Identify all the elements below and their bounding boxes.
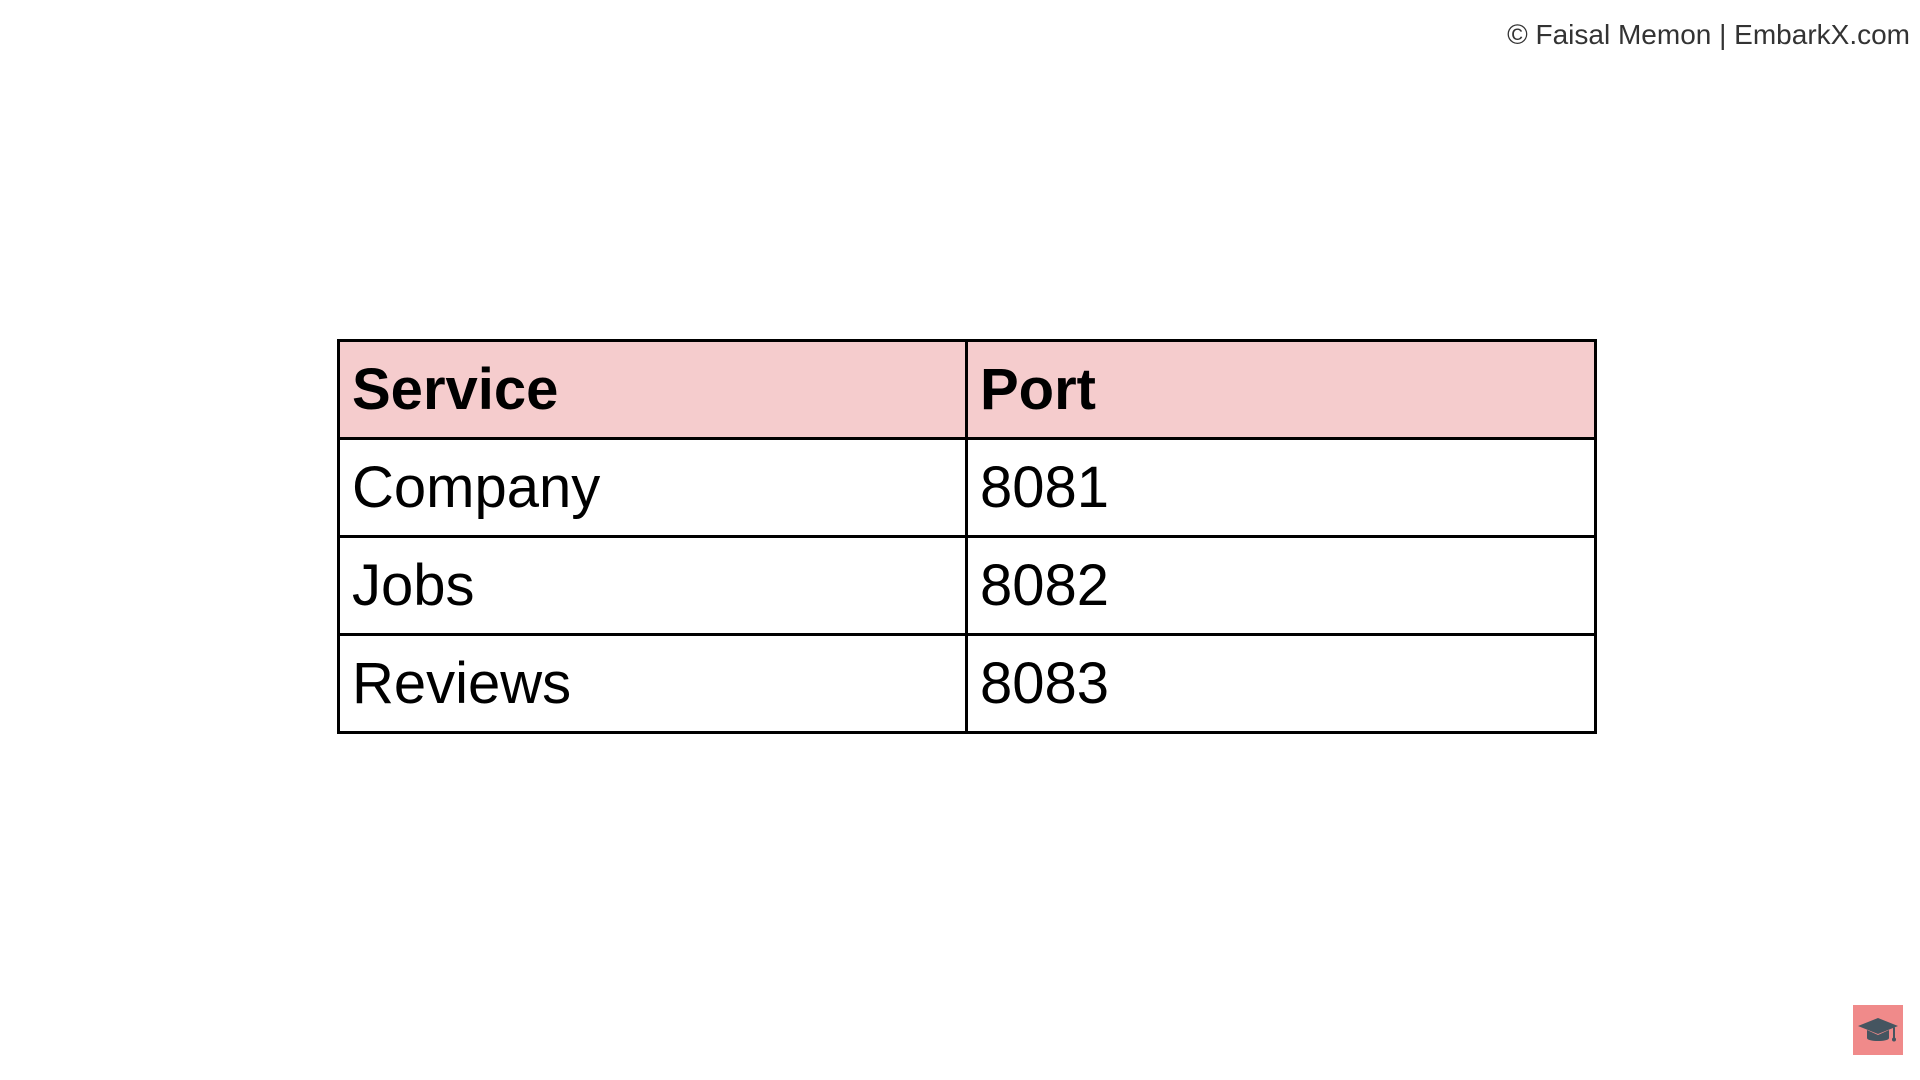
column-header-port: Port	[965, 339, 1597, 440]
service-port-table: Service Port Company 8081 Jobs 8082 Revi…	[337, 339, 1597, 734]
table-row: Jobs 8082	[337, 535, 1597, 636]
port-cell: 8083	[965, 633, 1597, 734]
port-cell: 8082	[965, 535, 1597, 636]
service-cell: Company	[337, 437, 968, 538]
graduation-cap-badge	[1853, 1005, 1903, 1055]
table-row: Reviews 8083	[337, 633, 1597, 734]
port-cell: 8081	[965, 437, 1597, 538]
service-cell: Jobs	[337, 535, 968, 636]
service-cell: Reviews	[337, 633, 968, 734]
table-header-row: Service Port	[337, 339, 1597, 440]
graduation-cap-icon	[1858, 1018, 1898, 1042]
column-header-service: Service	[337, 339, 968, 440]
table-row: Company 8081	[337, 437, 1597, 538]
copyright-watermark: © Faisal Memon | EmbarkX.com	[1507, 19, 1910, 50]
